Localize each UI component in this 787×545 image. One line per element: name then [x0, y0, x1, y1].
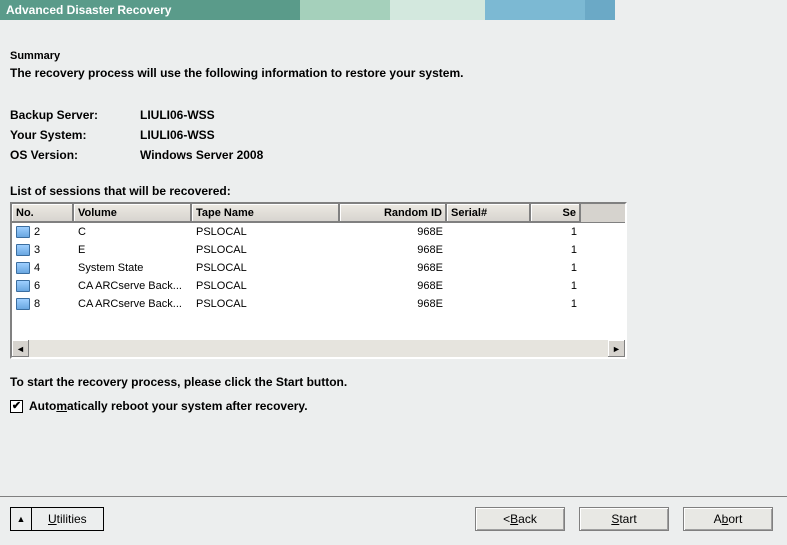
cell-tape: PSLOCAL — [192, 295, 340, 313]
cell-volume: System State — [74, 259, 192, 277]
col-header-tape[interactable]: Tape Name — [192, 204, 340, 222]
cell-no: 2 — [12, 223, 74, 241]
cell-serial — [447, 277, 531, 295]
back-button[interactable]: < Back — [475, 507, 565, 531]
table-row[interactable]: 8CA ARCserve Back...PSLOCAL968E 1 — [12, 295, 625, 313]
sessions-title: List of sessions that will be recovered: — [10, 184, 777, 198]
cell-tape: PSLOCAL — [192, 223, 340, 241]
cell-rid: 968E — [340, 259, 447, 277]
title-bar-segment — [300, 0, 390, 20]
table-row[interactable]: 6CA ARCserve Back...PSLOCAL968E 1 — [12, 277, 625, 295]
cell-no: 3 — [12, 241, 74, 259]
start-button[interactable]: Start — [579, 507, 669, 531]
col-header-no[interactable]: No. — [12, 204, 74, 222]
cell-se: 1 — [531, 259, 581, 277]
scroll-left-icon[interactable]: ◄ — [12, 340, 29, 357]
session-icon — [16, 226, 30, 238]
cell-rid: 968E — [340, 223, 447, 241]
cell-volume: CA ARCserve Back... — [74, 277, 192, 295]
backup-server-label: Backup Server: — [10, 108, 140, 122]
cell-se: 1 — [531, 241, 581, 259]
col-header-se[interactable]: Se — [531, 204, 581, 222]
title-bar-segment — [485, 0, 585, 20]
cell-no: 8 — [12, 295, 74, 313]
cell-se: 1 — [531, 295, 581, 313]
session-icon — [16, 244, 30, 256]
cell-rid: 968E — [340, 295, 447, 313]
summary-text: The recovery process will use the follow… — [10, 66, 777, 80]
cell-serial — [447, 223, 531, 241]
footer-bar: ▲ Utilities < Back Start Abort — [0, 496, 787, 531]
session-icon — [16, 262, 30, 274]
table-body: 2CPSLOCAL968E13EPSLOCAL968E14System Stat… — [12, 223, 625, 313]
cell-volume: C — [74, 223, 192, 241]
cell-volume: E — [74, 241, 192, 259]
os-version-label: OS Version: — [10, 148, 140, 162]
cell-no: 4 — [12, 259, 74, 277]
scroll-track[interactable] — [29, 340, 608, 357]
cell-serial — [447, 241, 531, 259]
cell-rid: 968E — [340, 277, 447, 295]
info-block: Backup Server: LIULI06-WSS Your System: … — [10, 108, 777, 162]
title-bar: Advanced Disaster Recovery — [0, 0, 787, 20]
cell-serial — [447, 295, 531, 313]
horizontal-scrollbar[interactable]: ◄ ► — [12, 340, 625, 357]
title-bar-segment — [585, 0, 615, 20]
abort-button[interactable]: Abort — [683, 507, 773, 531]
auto-reboot-row[interactable]: ✔ Automatically reboot your system after… — [10, 399, 777, 413]
cell-se: 1 — [531, 277, 581, 295]
title-bar-segment: Advanced Disaster Recovery — [0, 0, 300, 20]
col-header-rid[interactable]: Random ID — [340, 204, 447, 222]
window-title: Advanced Disaster Recovery — [6, 3, 171, 17]
start-instruction: To start the recovery process, please cl… — [10, 375, 777, 389]
cell-rid: 968E — [340, 241, 447, 259]
os-version-value: Windows Server 2008 — [140, 148, 263, 162]
session-icon — [16, 280, 30, 292]
cell-tape: PSLOCAL — [192, 241, 340, 259]
table-row[interactable]: 3EPSLOCAL968E 1 — [12, 241, 625, 259]
col-header-volume[interactable]: Volume — [74, 204, 192, 222]
sessions-table: No. Volume Tape Name Random ID Serial# S… — [10, 202, 627, 359]
table-row[interactable]: 2CPSLOCAL968E 1 — [12, 223, 625, 241]
backup-server-value: LIULI06-WSS — [140, 108, 215, 122]
title-bar-segment — [390, 0, 485, 20]
cell-volume: CA ARCserve Back... — [74, 295, 192, 313]
your-system-label: Your System: — [10, 128, 140, 142]
col-header-serial[interactable]: Serial# — [447, 204, 531, 222]
table-row[interactable]: 4System StatePSLOCAL968E 1 — [12, 259, 625, 277]
utilities-dropdown[interactable]: ▲ Utilities — [10, 507, 104, 531]
cell-serial — [447, 259, 531, 277]
your-system-value: LIULI06-WSS — [140, 128, 215, 142]
session-icon — [16, 298, 30, 310]
cell-tape: PSLOCAL — [192, 277, 340, 295]
auto-reboot-checkbox[interactable]: ✔ — [10, 400, 23, 413]
summary-heading: Summary — [10, 50, 777, 62]
utilities-button[interactable]: Utilities — [32, 507, 104, 531]
title-bar-segment — [615, 0, 787, 20]
cell-tape: PSLOCAL — [192, 259, 340, 277]
cell-se: 1 — [531, 223, 581, 241]
utilities-arrow-icon[interactable]: ▲ — [10, 507, 32, 531]
cell-no: 6 — [12, 277, 74, 295]
auto-reboot-label: Automatically reboot your system after r… — [29, 399, 308, 413]
scroll-right-icon[interactable]: ► — [608, 340, 625, 357]
table-header: No. Volume Tape Name Random ID Serial# S… — [12, 204, 625, 223]
